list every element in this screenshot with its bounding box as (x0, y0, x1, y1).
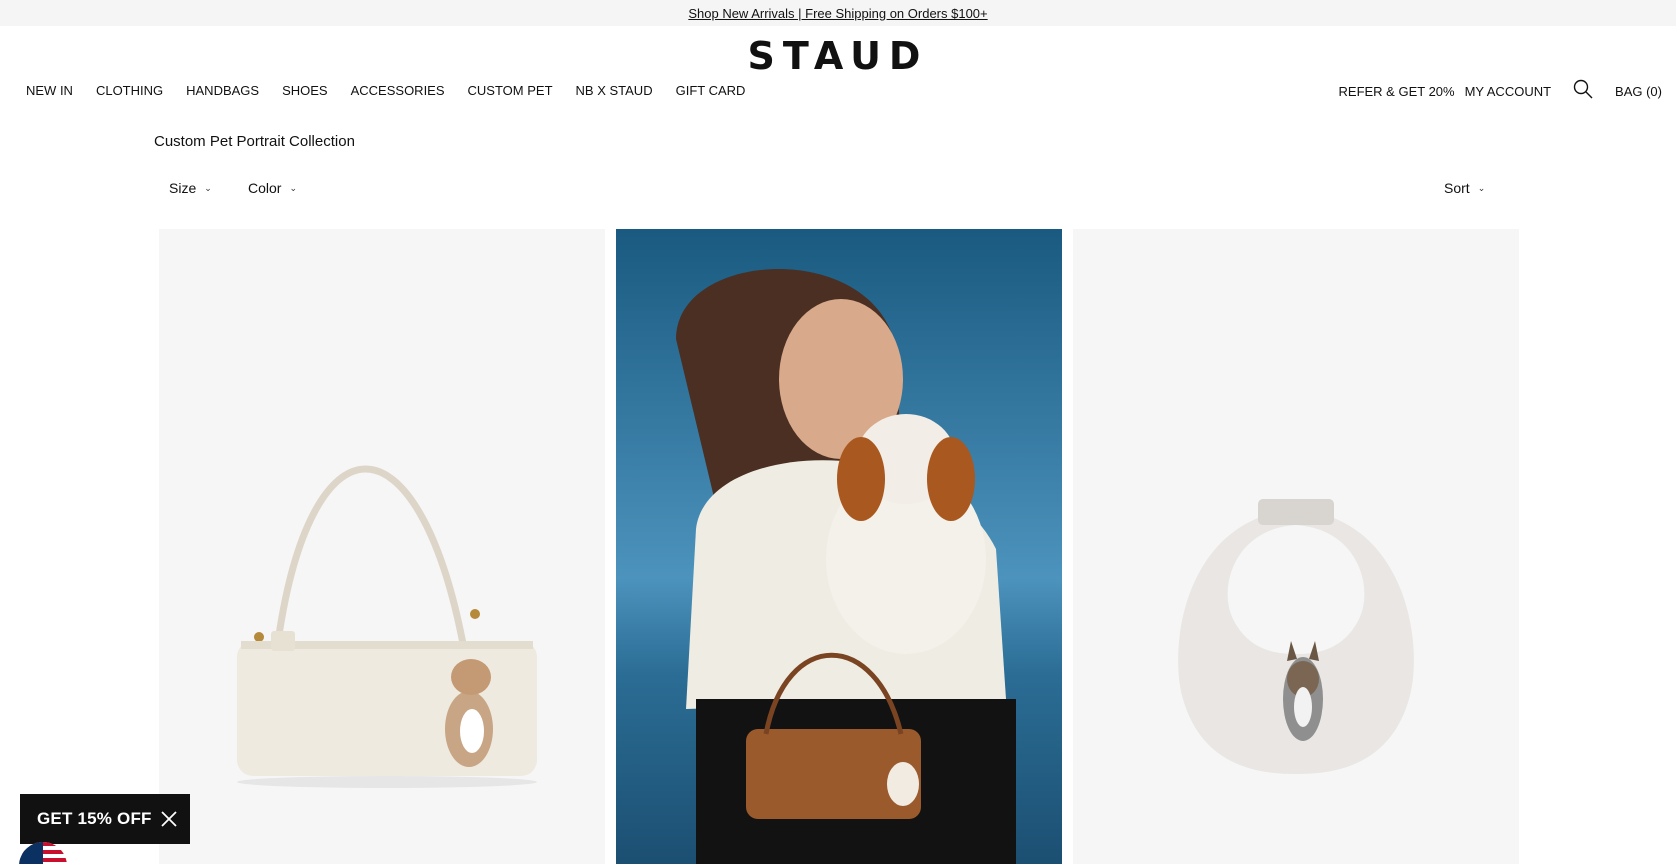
close-icon[interactable] (160, 810, 178, 828)
nav-nb-x-staud[interactable]: NB X STAUD (576, 83, 653, 98)
announcement-bar: Shop New Arrivals | Free Shipping on Ord… (0, 0, 1676, 26)
collection-title: Custom Pet Portrait Collection (154, 133, 355, 150)
product-image-cream-bag (159, 229, 605, 864)
chevron-down-icon: ⌄ (289, 183, 298, 193)
chevron-down-icon: ⌄ (204, 183, 212, 193)
flag-graphic (19, 842, 67, 864)
color-filter-label: Color (248, 180, 282, 196)
utility-nav: REFER & GET 20% MY ACCOUNT BAG (0) (1339, 79, 1662, 99)
promo-badge[interactable]: GET 15% OFF (20, 794, 190, 844)
nav-handbags[interactable]: HANDBAGS (186, 83, 259, 98)
bag-link[interactable]: BAG (0) (1615, 84, 1662, 99)
my-account-link[interactable]: MY ACCOUNT (1465, 84, 1551, 99)
nav-gift-card[interactable]: GIFT CARD (676, 83, 746, 98)
announcement-link[interactable]: Shop New Arrivals | Free Shipping on Ord… (688, 6, 987, 21)
nav-shoes[interactable]: SHOES (282, 83, 328, 98)
product-image-lifestyle (616, 229, 1062, 864)
product-tile[interactable] (159, 229, 605, 864)
product-tile[interactable] (1073, 229, 1519, 864)
us-flag-icon[interactable] (19, 842, 67, 864)
product-tile[interactable] (616, 229, 1062, 864)
color-filter[interactable]: Color ⌄ (248, 180, 297, 196)
search-icon[interactable] (1573, 79, 1593, 99)
nav-new-in[interactable]: NEW IN (26, 83, 73, 98)
sort-label: Sort (1444, 180, 1470, 196)
refer-link[interactable]: REFER & GET 20% (1339, 84, 1455, 99)
main-nav: NEW IN CLOTHING HANDBAGS SHOES ACCESSORI… (26, 83, 745, 98)
brand-logo[interactable]: STAUD (748, 34, 929, 78)
size-filter[interactable]: Size ⌄ (169, 180, 212, 196)
promo-label: GET 15% OFF (37, 809, 152, 828)
sort-dropdown[interactable]: Sort ⌄ (1444, 180, 1485, 196)
nav-accessories[interactable]: ACCESSORIES (351, 83, 445, 98)
brand-logo-container: STAUD (0, 34, 1676, 78)
nav-custom-pet[interactable]: CUSTOM PET (468, 83, 553, 98)
product-image-moon-bag (1073, 229, 1519, 864)
chevron-down-icon: ⌄ (1477, 183, 1486, 193)
nav-clothing[interactable]: CLOTHING (96, 83, 163, 98)
size-filter-label: Size (169, 180, 197, 196)
